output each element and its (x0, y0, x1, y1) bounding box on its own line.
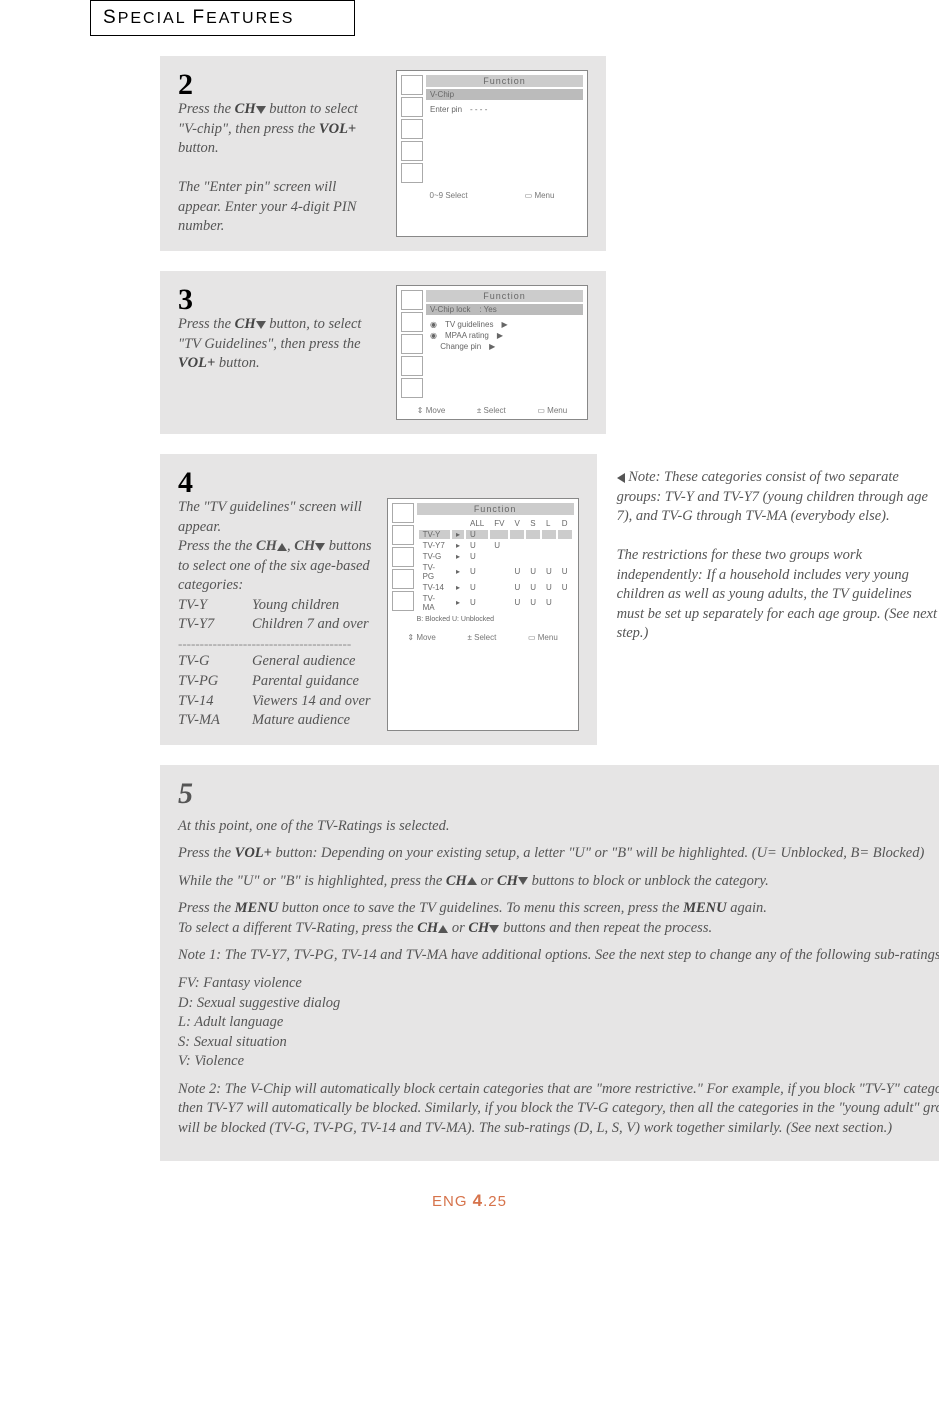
menu-icon (392, 569, 414, 589)
step-5: 5 At this point, one of the TV-Ratings i… (160, 765, 939, 1161)
menu-icon (401, 119, 423, 139)
down-icon (256, 106, 266, 114)
menu-icon (392, 547, 414, 567)
sub-rating: FV: Fantasy violence (178, 975, 302, 991)
menu-icon (392, 591, 414, 611)
up-icon (467, 877, 477, 885)
dot-icon: ◉ (430, 320, 437, 329)
step-number: 3 (178, 285, 378, 315)
menu-icon: ▭ (537, 406, 545, 415)
menu-icon (401, 356, 423, 376)
menu-icon (392, 503, 414, 523)
step-number: 2 (178, 70, 378, 100)
menu-icon (401, 378, 423, 398)
rating-row: TV-MAMature audience (178, 711, 373, 731)
osd-bar: V-Chip (426, 89, 583, 100)
osd-title: Function (417, 503, 574, 515)
header-box: SPECIAL FEATURES (90, 0, 355, 36)
menu-icon (401, 97, 423, 117)
osd-title: Function (426, 75, 583, 87)
menu-icon (401, 163, 423, 183)
sub-rating: L: Adult language (178, 1014, 283, 1030)
menu-icon (401, 312, 423, 332)
step-3-text: Press the CH button, to select "TV Guide… (178, 315, 378, 374)
page-footer: ENG 4.25 (0, 1191, 939, 1211)
right-icon: ▸ (452, 552, 464, 561)
right-icon: ▶ (489, 342, 495, 351)
page-title: SPECIAL FEATURES (91, 1, 354, 35)
updown-icon: ⇕ (417, 406, 424, 415)
rating-row: TV-14Viewers 14 and over (178, 692, 373, 712)
step-4: 4 The "TV guidelines" screen will appear… (160, 454, 597, 745)
rating-row: TV-GGeneral audience (178, 652, 373, 672)
right-icon: ▸ (452, 530, 464, 539)
menu-icon (401, 290, 423, 310)
menu-icon (401, 141, 423, 161)
menu-icon (392, 525, 414, 545)
right-icon: ▶ (497, 331, 503, 340)
menu-icon: ▭ (525, 191, 533, 200)
right-icon: ▸ (452, 594, 464, 612)
right-icon: ▸ (452, 563, 464, 581)
right-icon: ▸ (452, 541, 464, 550)
sub-rating: D: Sexual suggestive dialog (178, 995, 340, 1011)
sub-rating: V: Violence (178, 1053, 244, 1069)
menu-icon (401, 334, 423, 354)
right-icon: ▶ (501, 320, 507, 329)
osd-screenshot-3: Function V-Chip lock : Yes ◉TV guideline… (396, 285, 588, 420)
plusminus-icon: ± (477, 406, 481, 415)
down-icon (256, 321, 266, 329)
up-icon (277, 543, 287, 551)
down-icon (518, 877, 528, 885)
rating-row: TV-Y7Children 7 and over (178, 615, 373, 635)
down-icon (315, 543, 325, 551)
step-3: 3 Press the CH button, to select "TV Gui… (160, 271, 606, 434)
step-number: 4 (178, 468, 579, 498)
sub-rating: S: Sexual situation (178, 1034, 287, 1050)
step-number: 5 (178, 779, 939, 809)
menu-icon (401, 75, 423, 95)
divider: ---------------------------------------- (178, 635, 373, 653)
up-icon (438, 925, 448, 933)
rating-row: TV-PGParental guidance (178, 672, 373, 692)
osd-title: Function (426, 290, 583, 302)
right-icon: ▸ (452, 583, 464, 592)
step-4-note: Note: These categories consist of two se… (617, 454, 939, 745)
osd-screenshot-4: Function ALLFVVSLD TV-Y▸U TV-Y7▸UU TV-G▸… (387, 498, 579, 731)
rating-row: TV-YYoung children (178, 596, 373, 616)
left-icon (617, 473, 625, 483)
legend: B: Blocked U: Unblocked (417, 614, 574, 625)
step-2-text: Press the CH button to select "V-chip", … (178, 100, 378, 237)
plusminus-icon: ± (467, 633, 471, 642)
dot-icon: ◉ (430, 331, 437, 340)
osd-bar: V-Chip lock : Yes (426, 304, 583, 315)
updown-icon: ⇕ (407, 633, 414, 642)
step-2: 2 Press the CH button to select "V-chip"… (160, 56, 606, 251)
down-icon (489, 925, 499, 933)
ratings-table: ALLFVVSLD TV-Y▸U TV-Y7▸UU TV-G▸U TV-PG▸U… (417, 517, 574, 614)
osd-screenshot-2: Function V-Chip Enter pin- - - - 0~9 Sel… (396, 70, 588, 237)
menu-icon: ▭ (528, 633, 536, 642)
